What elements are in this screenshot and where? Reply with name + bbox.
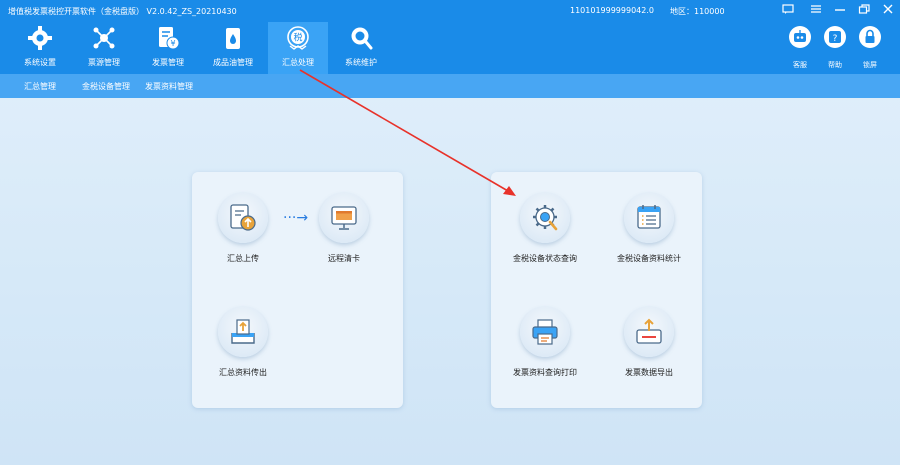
toolbar-label: 系统设置 [24,58,56,67]
close-icon[interactable] [878,3,898,19]
subnav-summary-management[interactable]: 汇总管理 [24,81,56,92]
tax-stamp-icon: 税 [287,26,309,50]
summary-upload-button[interactable]: 汇总上传 [193,193,293,273]
gear-icon [28,26,52,50]
toolbar-label: 发票管理 [152,58,184,67]
subnav-device-management[interactable]: 金税设备管理 [82,81,130,92]
invoice-query-print-button[interactable]: 发票资料查询打印 [495,307,595,387]
function-label: 金税设备状态查询 [513,254,577,263]
export-box-icon [624,307,674,357]
title-bar: 增值税发票税控开票软件（金税盘版） V2.0.42_ZS_20210430 11… [0,0,900,22]
device-data-statistics-button[interactable]: 金税设备资料统计 [599,193,699,273]
toolbar-system-maintenance[interactable]: 系统维护 [331,22,391,74]
function-label: 远程清卡 [328,254,360,263]
invoice-data-export-button[interactable]: 发票数据导出 [599,307,699,387]
robot-icon [789,26,811,48]
toolbar-summary-processing[interactable]: 税 汇总处理 [268,22,328,74]
printer-icon [520,307,570,357]
toolbar-customer-service[interactable]: 客服 [782,22,818,74]
svg-text:¥: ¥ [170,39,175,48]
toolbar-label: 汇总处理 [282,58,314,67]
svg-text:?: ? [833,34,838,44]
lock-icon [859,26,881,48]
app-title: 增值税发票税控开票软件（金税盘版） V2.0.42_ZS_20210430 [8,7,237,16]
upload-document-icon [218,193,268,243]
toolbar-label: 票源管理 [88,58,120,67]
toolbar-oil-management[interactable]: 成品油管理 [203,22,263,74]
monitor-card-icon [319,193,369,243]
main-toolbar: 系统设置 票源管理 ¥ 发票管理 成品油管理 税 汇总处理 系统维护 客服 ? … [0,22,900,74]
network-nodes-icon [93,27,115,49]
sub-navigation: 汇总管理 金税设备管理 发票资料管理 [0,74,900,98]
toolbar-system-settings[interactable]: 系统设置 [10,22,70,74]
device-status-query-button[interactable]: 金税设备状态查询 [495,193,595,273]
toolbar-help[interactable]: ? 帮助 [817,22,853,74]
calendar-list-icon [624,193,674,243]
toolbar-label: 客服 [793,61,807,69]
menu-icon[interactable] [806,3,826,19]
function-label: 金税设备资料统计 [617,254,681,263]
function-label: 发票数据导出 [625,368,673,377]
tax-id: 110101999999042.0 [570,6,654,15]
invoice-yen-icon: ¥ [159,27,180,50]
toolbar-ticket-source[interactable]: 票源管理 [74,22,134,74]
summary-data-export-button[interactable]: 汇总资料传出 [193,307,293,387]
restore-icon[interactable] [854,3,874,19]
toolbar-invoice-management[interactable]: ¥ 发票管理 [138,22,198,74]
wrench-magnifier-icon [351,27,373,50]
help-icon: ? [824,26,846,48]
toolbar-label: 系统维护 [345,58,377,67]
toolbar-label: 锁屏 [863,61,877,69]
region-code: 地区：110000 [670,7,725,16]
gear-magnifier-icon [520,193,570,243]
message-icon[interactable] [778,3,798,19]
toolbar-label: 帮助 [828,61,842,69]
minimize-icon[interactable] [830,3,850,19]
function-label: 汇总上传 [227,254,259,263]
function-label: 发票资料查询打印 [513,368,577,377]
svg-text:税: 税 [293,32,302,44]
function-label: 汇总资料传出 [219,368,267,377]
toolbar-label: 成品油管理 [213,58,253,67]
export-tray-icon [218,307,268,357]
toolbar-lock-screen[interactable]: 锁屏 [852,22,888,74]
oil-barrel-icon [226,28,240,49]
subnav-invoice-data-management[interactable]: 发票资料管理 [145,81,193,92]
remote-clear-card-button[interactable]: 远程清卡 [294,193,394,273]
